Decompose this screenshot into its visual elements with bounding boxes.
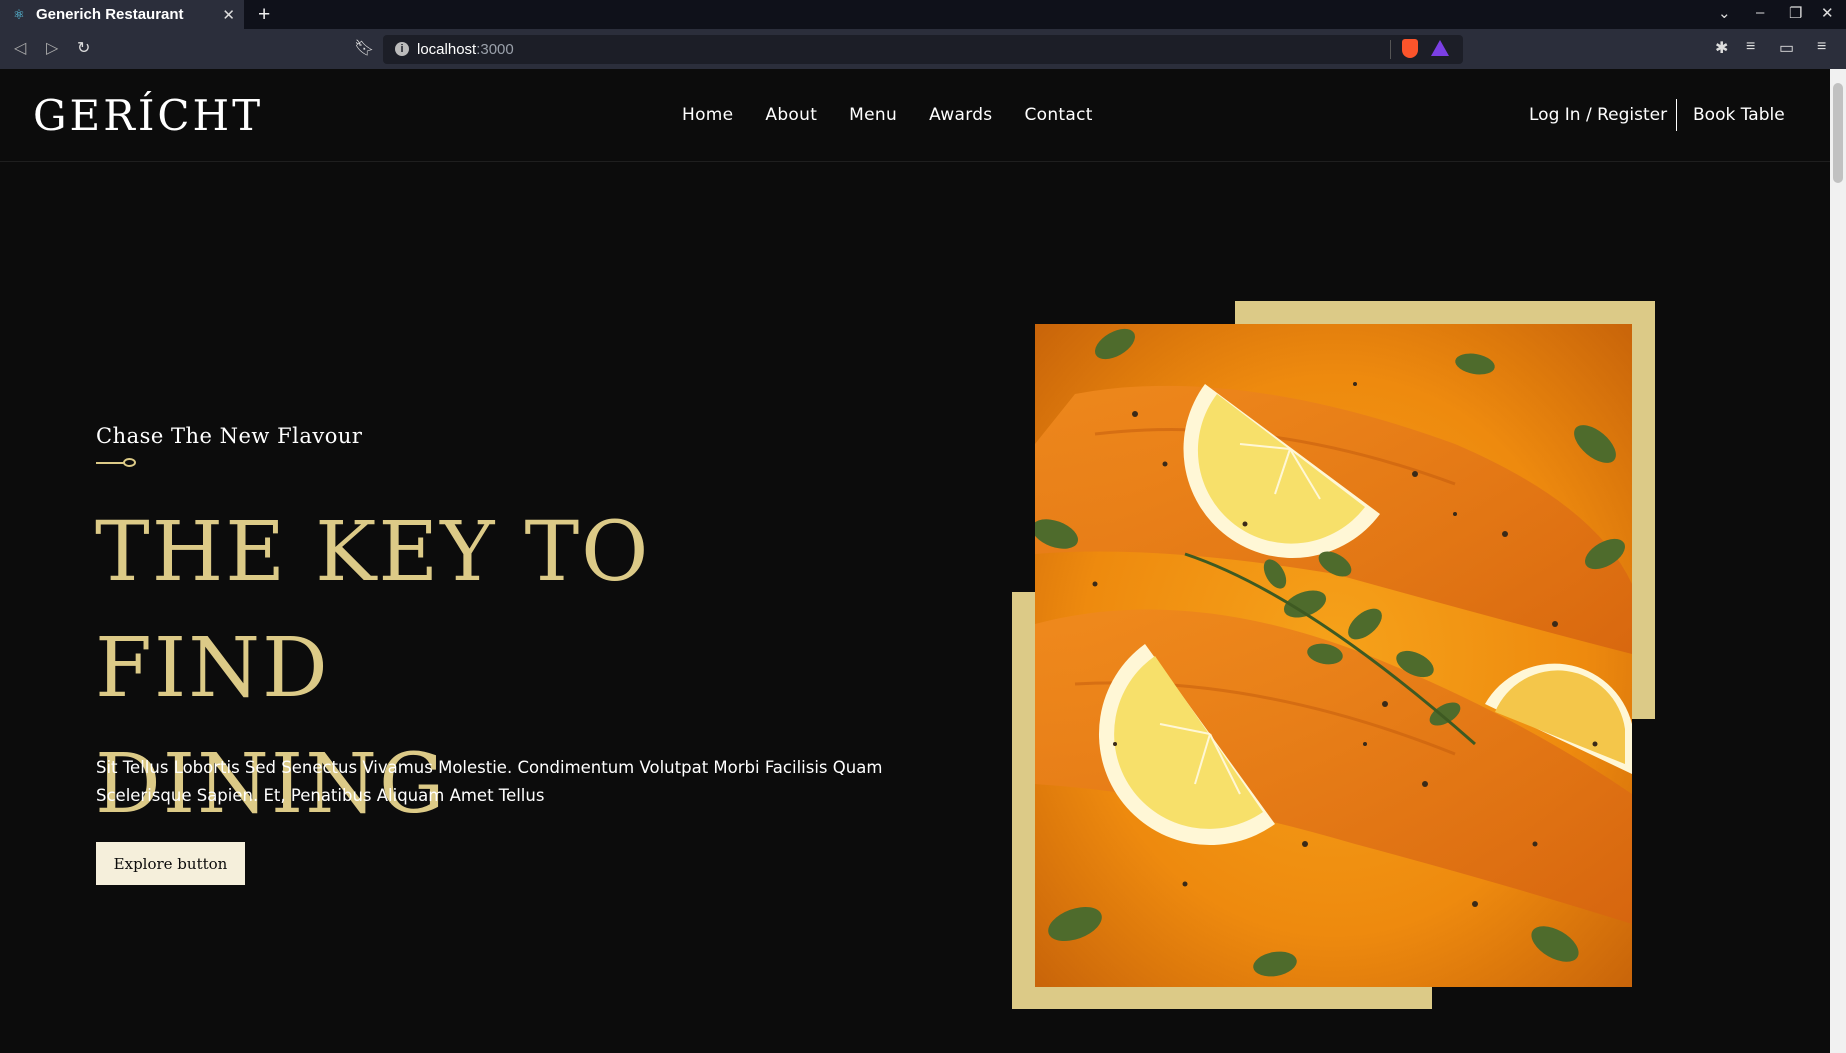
menu-icon[interactable]: ≡ <box>1817 38 1826 56</box>
wallet-icon[interactable]: ▭ <box>1779 38 1794 58</box>
spoon-icon <box>96 458 138 468</box>
restore-icon[interactable]: ❐ <box>1789 4 1802 22</box>
hero-food-image <box>1035 324 1632 987</box>
browser-tab[interactable]: ⚛ Generich Restaurant ✕ <box>0 0 244 29</box>
tab-title: Generich Restaurant <box>36 6 184 23</box>
tab-list-chevron-icon[interactable]: ⌄ <box>1718 4 1731 22</box>
nav-awards[interactable]: Awards <box>929 105 992 125</box>
book-table-link[interactable]: Book Table <box>1693 105 1785 125</box>
playlist-icon[interactable]: ≡ <box>1746 38 1755 56</box>
hero-subtitle: Chase The New Flavour <box>96 424 363 448</box>
nav-divider <box>1676 99 1677 131</box>
explore-button[interactable]: Explore button <box>96 842 245 885</box>
url-text: localhost:3000 <box>417 41 514 58</box>
new-tab-icon[interactable]: + <box>258 3 270 27</box>
browser-toolbar: ◁ ▷ ↻ 🔖︎ i localhost:3000 ✱ ≡ ▭ ≡ <box>0 29 1846 69</box>
close-window-icon[interactable]: ✕ <box>1821 4 1834 22</box>
site-info-icon[interactable]: i <box>395 42 409 56</box>
react-icon: ⚛ <box>13 6 25 22</box>
nav-links: Home About Menu Awards Contact <box>682 105 1093 125</box>
close-tab-icon[interactable]: ✕ <box>222 6 235 24</box>
nav-contact[interactable]: Contact <box>1024 105 1092 125</box>
nav-about[interactable]: About <box>765 105 817 125</box>
forward-icon[interactable]: ▷ <box>46 38 58 58</box>
back-icon[interactable]: ◁ <box>14 38 26 58</box>
login-register-link[interactable]: Log In / Register <box>1529 105 1667 125</box>
hero-description: Sit Tellus Lobortis Sed Senectus Vivamus… <box>96 758 883 805</box>
bookmark-icon[interactable]: 🔖︎ <box>354 38 374 58</box>
minimize-icon[interactable]: – <box>1756 4 1764 21</box>
brave-shield-icon[interactable] <box>1402 39 1418 58</box>
nav-menu[interactable]: Menu <box>849 105 897 125</box>
brave-rewards-icon[interactable] <box>1431 40 1449 56</box>
address-bar[interactable]: i localhost:3000 <box>383 35 1463 64</box>
extensions-icon[interactable]: ✱ <box>1715 38 1728 58</box>
reload-icon[interactable]: ↻ <box>77 38 90 58</box>
browser-tab-bar: ⚛ Generich Restaurant ✕ + ⌄ – ❐ ✕ <box>0 0 1846 29</box>
nav-home[interactable]: Home <box>682 105 733 125</box>
page-scrollbar[interactable] <box>1830 69 1846 1053</box>
url-separator <box>1390 40 1391 59</box>
site-logo[interactable]: GERÍCHT <box>33 91 263 140</box>
headline-line-1: THE KEY TO FIND <box>95 505 651 716</box>
scrollbar-thumb[interactable] <box>1833 83 1843 183</box>
site-navbar: GERÍCHT Home About Menu Awards Contact L… <box>0 69 1830 162</box>
